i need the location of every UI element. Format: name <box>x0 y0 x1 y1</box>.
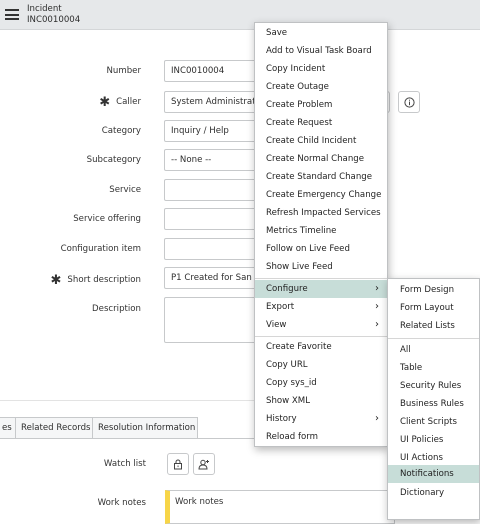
menu-item-metrics-timeline[interactable]: Metrics Timeline <box>255 222 387 240</box>
submenu-item-table[interactable]: Table <box>388 359 479 377</box>
menu-item-copy-sys-id[interactable]: Copy sys_id <box>255 374 387 392</box>
menu-item-add-to-visual-task-board[interactable]: Add to Visual Task Board <box>255 42 387 60</box>
menu-item-show-xml[interactable]: Show XML <box>255 392 387 410</box>
chevron-right-icon: › <box>375 301 379 312</box>
caller-label: ✱ Caller <box>40 95 141 110</box>
service-label: Service <box>109 185 141 195</box>
hamburger-icon[interactable] <box>5 9 19 20</box>
menu-divider <box>255 336 387 337</box>
category-label: Category <box>101 126 141 136</box>
subcategory-select[interactable]: -- None -- <box>164 149 256 171</box>
menu-item-create-problem[interactable]: Create Problem <box>255 96 387 114</box>
work-notes-textarea[interactable]: Work notes <box>165 490 395 524</box>
submenu-item-all[interactable]: All <box>388 341 479 359</box>
short-description-label: ✱ Short description <box>30 273 141 288</box>
submenu-item-notifications[interactable]: Dictionary <box>388 484 479 502</box>
menu-item-show-live-feed[interactable]: Show Live Feed <box>255 258 387 276</box>
service-offering-field[interactable] <box>164 208 256 230</box>
record-number: INC0010004 <box>27 15 81 25</box>
tab-resolution-information[interactable]: Resolution Information <box>92 417 198 439</box>
form-context-menu: Save Add to Visual Task Board Copy Incid… <box>254 22 388 447</box>
menu-item-configure[interactable]: Configure › <box>255 280 387 298</box>
record-type: Incident <box>27 4 62 14</box>
caller-label-text: Caller <box>116 97 141 107</box>
menu-item-history-label: History <box>266 414 297 424</box>
configuration-item-label: Configuration item <box>60 244 141 254</box>
mandatory-icon: ✱ <box>99 95 111 110</box>
menu-item-view[interactable]: View › <box>255 316 387 334</box>
tab-notes[interactable]: es <box>0 417 16 439</box>
menu-item-follow-on-live-feed[interactable]: Follow on Live Feed <box>255 240 387 258</box>
lock-icon[interactable] <box>167 453 189 475</box>
menu-item-refresh-impacted-services[interactable]: Refresh Impacted Services <box>255 204 387 222</box>
header-title-block: Incident INC0010004 <box>27 4 80 26</box>
short-description-field[interactable]: P1 Created for San Francisco <box>164 267 256 289</box>
menu-item-create-normal-change[interactable]: Create Normal Change <box>255 150 387 168</box>
short-description-label-text: Short description <box>67 275 141 285</box>
submenu-item-ui-actions[interactable]: Notifications <box>388 465 479 483</box>
submenu-item-business-rules[interactable]: Business Rules <box>388 395 479 413</box>
chevron-right-icon: › <box>375 319 379 330</box>
category-select[interactable]: Inquiry / Help <box>164 120 256 142</box>
menu-item-create-outage[interactable]: Create Outage <box>255 78 387 96</box>
tab-related-records[interactable]: Related Records <box>15 417 93 439</box>
menu-item-export[interactable]: Export › <box>255 298 387 316</box>
submenu-item-dictionary[interactable] <box>388 502 479 520</box>
submenu-item-related-lists[interactable]: Related Lists <box>388 317 479 335</box>
menu-item-create-emergency-change[interactable]: Create Emergency Change <box>255 186 387 204</box>
form-header: Incident INC0010004 <box>0 0 480 30</box>
chevron-right-icon: › <box>375 283 379 294</box>
configure-submenu: Form Design Form Layout Related Lists Al… <box>387 278 480 520</box>
menu-item-copy-incident[interactable]: Copy Incident <box>255 60 387 78</box>
menu-item-create-favorite[interactable]: Create Favorite <box>255 338 387 356</box>
menu-item-view-label: View <box>266 320 287 330</box>
watch-list-label: Watch list <box>103 459 146 469</box>
menu-item-create-standard-change[interactable]: Create Standard Change <box>255 168 387 186</box>
menu-item-save[interactable]: Save <box>255 24 387 42</box>
menu-divider <box>255 278 387 279</box>
menu-item-reload-form[interactable]: Reload form <box>255 428 387 446</box>
description-label: Description <box>92 304 141 314</box>
menu-item-create-request[interactable]: Create Request <box>255 114 387 132</box>
menu-item-create-child-incident[interactable]: Create Child Incident <box>255 132 387 150</box>
description-textarea[interactable] <box>164 297 256 343</box>
add-user-icon[interactable] <box>193 453 215 475</box>
number-field[interactable]: INC0010004 <box>164 60 256 82</box>
number-label: Number <box>106 66 141 76</box>
service-offering-label: Service offering <box>73 214 141 224</box>
submenu-item-client-scripts[interactable]: Client Scripts <box>388 413 479 431</box>
info-icon[interactable] <box>398 91 420 113</box>
menu-item-copy-url[interactable]: Copy URL <box>255 356 387 374</box>
submenu-item-ui-policies[interactable]: UI Policies <box>388 431 479 449</box>
submenu-item-form-layout[interactable]: Form Layout <box>388 299 479 317</box>
caller-field[interactable]: System Administrator <box>164 91 256 113</box>
work-notes-label: Work notes <box>97 498 146 508</box>
configuration-item-field[interactable] <box>164 238 256 260</box>
menu-item-history[interactable]: History › <box>255 410 387 428</box>
mandatory-icon: ✱ <box>50 273 62 288</box>
subcategory-label: Subcategory <box>86 155 141 165</box>
menu-item-configure-label: Configure <box>266 284 308 294</box>
menu-item-export-label: Export <box>266 302 295 312</box>
menu-divider <box>388 338 479 339</box>
submenu-item-form-design[interactable]: Form Design <box>388 281 479 299</box>
submenu-item-security-rules[interactable]: Security Rules <box>388 377 479 395</box>
service-field[interactable] <box>164 179 256 201</box>
chevron-right-icon: › <box>375 413 379 424</box>
